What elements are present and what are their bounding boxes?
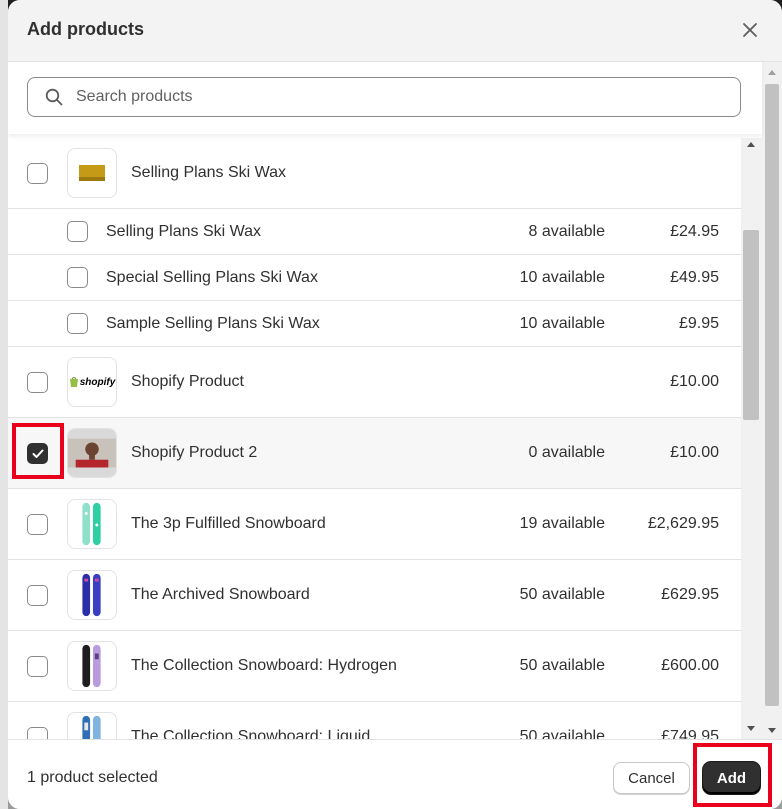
modal-title: Add products [27,19,144,39]
variant-price: £49.95 [670,269,719,286]
product-checkbox[interactable] [27,514,48,535]
shopify-logo: shopify [69,376,116,388]
close-button[interactable] [736,16,764,44]
product-thumbnail [67,570,117,620]
variant-availability: 10 available [519,269,605,286]
product-availability: 50 available [519,586,605,603]
product-thumbnail [67,712,117,739]
variant-name: Special Selling Plans Ski Wax [106,269,318,286]
product-row-selected[interactable]: Shopify Product 2 0 available £10.00 [8,418,741,489]
product-row[interactable]: The Archived Snowboard 50 available £629… [8,560,741,631]
snowboard-teal-image [82,502,101,546]
variant-checkbox[interactable] [67,313,88,334]
product-price: £10.00 [670,444,719,461]
variant-row[interactable]: Sample Selling Plans Ski Wax 10 availabl… [8,301,741,347]
variant-checkbox[interactable] [67,267,88,288]
product-thumbnail [67,499,117,549]
variant-name: Sample Selling Plans Ski Wax [106,315,320,332]
product-name: The Collection Snowboard: Liquid [131,728,371,739]
backdrop-side-strip [0,0,8,809]
selected-count: 1 product selected [27,769,158,786]
product-row[interactable]: Selling Plans Ski Wax [8,138,741,209]
product-checkbox[interactable] [27,727,48,739]
scroll-up-arrow-icon[interactable] [768,70,776,75]
shopify-logo-text: shopify [79,376,116,388]
variant-row[interactable]: Selling Plans Ski Wax 8 available £24.95 [8,209,741,255]
product-name: The Archived Snowboard [131,586,310,603]
close-icon [743,23,757,37]
product-list: Selling Plans Ski Wax Selling Plans Ski … [8,138,762,739]
snowboard-liquid-image [82,715,101,739]
modal-scrollbar-thumb[interactable] [765,84,779,706]
product-thumbnail: shopify [67,357,117,407]
checkmark-icon [32,449,43,458]
search-section [8,62,762,134]
product-row[interactable]: The 3p Fulfilled Snowboard 19 available … [8,489,741,560]
snowboard-blue-image [82,573,101,617]
product-thumbnail [67,428,117,478]
scrollbar-thumb[interactable] [743,230,759,420]
scroll-down-arrow-icon[interactable] [768,728,776,733]
product-name: Shopify Product 2 [131,444,258,461]
product-availability: 19 available [519,515,605,532]
variant-price: £9.95 [678,315,719,332]
variant-price: £24.95 [670,223,719,240]
variant-availability: 8 available [528,223,606,240]
product-availability: 50 available [519,657,605,674]
product-row[interactable]: The Collection Snowboard: Hydrogen 50 av… [8,631,741,702]
search-icon [45,88,63,106]
product-checkbox[interactable] [27,163,48,184]
product-checkbox-checked[interactable] [27,443,48,464]
search-input[interactable] [76,88,716,106]
add-products-modal: Add products Selling Plans [8,0,782,809]
add-button[interactable]: Add [703,762,760,794]
product-thumbnail [67,148,117,198]
snowboard-black-purple-image [82,644,101,688]
product-availability: 50 available [519,728,605,739]
product-checkbox[interactable] [27,372,48,393]
product-availability: 0 available [528,444,606,461]
person-photo [68,429,116,477]
search-box[interactable] [27,77,741,117]
list-scrollbar[interactable] [741,138,762,739]
product-price: £10.00 [670,373,719,390]
cancel-button[interactable]: Cancel [613,762,690,794]
ski-wax-image [79,165,105,181]
product-name: The 3p Fulfilled Snowboard [131,515,326,532]
scroll-up-arrow-icon[interactable] [747,142,755,147]
product-name: Shopify Product [131,373,244,390]
product-checkbox[interactable] [27,585,48,606]
modal-header: Add products [8,0,782,62]
product-price: £749.95 [661,728,719,739]
product-price: £2,629.95 [647,515,719,532]
modal-scrollbar[interactable] [762,62,782,739]
scroll-down-arrow-icon[interactable] [747,726,755,731]
product-name: Selling Plans Ski Wax [131,164,287,181]
shopify-bag-icon [69,377,78,387]
modal-footer: 1 product selected Cancel Add [8,739,782,809]
product-checkbox[interactable] [27,656,48,677]
variant-row[interactable]: Special Selling Plans Ski Wax 10 availab… [8,255,741,301]
variant-availability: 10 available [519,315,605,332]
product-thumbnail [67,641,117,691]
product-price: £600.00 [661,657,719,674]
product-price: £629.95 [661,586,719,603]
variant-name: Selling Plans Ski Wax [106,223,262,240]
product-row[interactable]: shopify Shopify Product £10.00 [8,347,741,418]
product-name: The Collection Snowboard: Hydrogen [131,657,397,674]
product-row[interactable]: The Collection Snowboard: Liquid 50 avai… [8,702,741,739]
variant-checkbox[interactable] [67,221,88,242]
